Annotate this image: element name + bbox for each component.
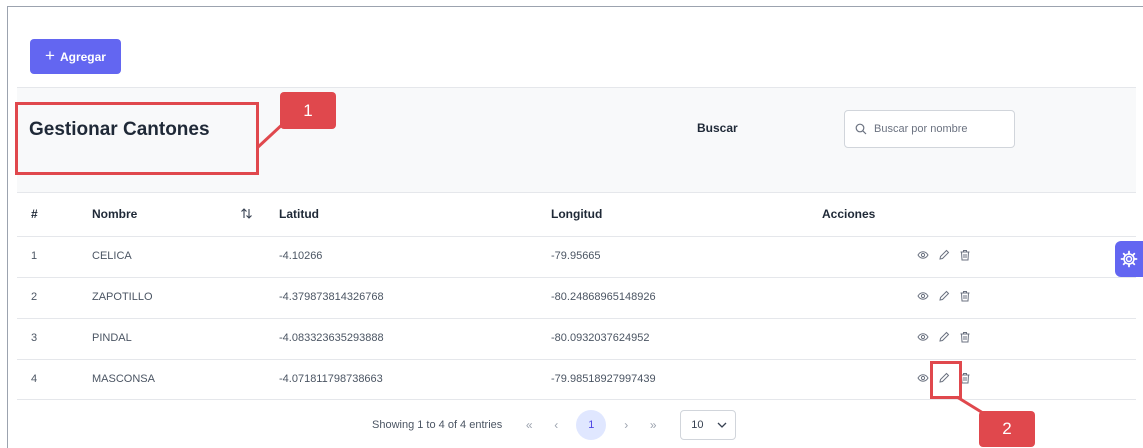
eye-icon[interactable] (917, 290, 929, 302)
pagination: Showing 1 to 4 of 4 entries « ‹ 1 › » 10 (372, 410, 737, 440)
next-page-button[interactable]: › (614, 418, 638, 432)
pencil-icon[interactable] (938, 331, 950, 343)
plus-icon: + (45, 46, 55, 65)
pencil-icon[interactable] (938, 290, 950, 302)
cell-latitud: -4.379873814326768 (279, 291, 384, 303)
cell-latitud: -4.083323635293888 (279, 332, 384, 344)
search-field[interactable] (844, 110, 1015, 148)
column-header-latitud: Latitud (279, 207, 319, 221)
trash-icon[interactable] (959, 331, 971, 343)
trash-icon[interactable] (959, 290, 971, 302)
cell-longitud: -79.98518927997439 (551, 373, 656, 385)
add-button-label: Agregar (59, 49, 106, 64)
eye-icon[interactable] (917, 372, 929, 384)
search-label: Buscar (697, 121, 738, 135)
search-icon (855, 123, 867, 135)
annotation-highlight-box (930, 361, 962, 399)
column-header-nombre[interactable]: Nombre (92, 207, 137, 221)
cell-nombre: MASCONSA (92, 373, 155, 385)
eye-icon[interactable] (917, 249, 929, 261)
row-actions (917, 290, 971, 302)
prev-page-button[interactable]: ‹ (544, 418, 568, 432)
cell-number: 1 (31, 250, 38, 262)
chevron-down-icon (717, 422, 727, 428)
rows-per-page-select[interactable]: 10 (680, 410, 737, 440)
cell-latitud: -4.10266 (279, 250, 323, 262)
cell-number: 2 (31, 291, 38, 303)
last-page-button[interactable]: » (644, 418, 662, 432)
table-row: 4 MASCONSA -4.071811798738663 -79.985189… (17, 359, 1136, 400)
first-page-button[interactable]: « (520, 418, 538, 432)
eye-icon[interactable] (917, 331, 929, 343)
table-row: 1 CELICA -4.10266 -79.95665 (17, 236, 1136, 277)
cell-number: 4 (31, 373, 38, 385)
pagination-summary: Showing 1 to 4 of 4 entries (372, 419, 503, 431)
cell-longitud: -80.0932037624952 (551, 332, 650, 344)
column-header-number: # (31, 207, 38, 221)
trash-icon[interactable] (959, 249, 971, 261)
search-input[interactable] (874, 123, 1004, 135)
cell-latitud: -4.071811798738663 (279, 373, 383, 385)
column-header-acciones: Acciones (822, 207, 876, 221)
current-page-button[interactable]: 1 (576, 410, 607, 440)
column-header-longitud: Longitud (551, 207, 603, 221)
row-actions (917, 331, 971, 343)
cell-longitud: -79.95665 (551, 250, 601, 262)
annotation-badge: 2 (979, 411, 1035, 447)
table-row: 2 ZAPOTILLO -4.379873814326768 -80.24868… (17, 277, 1136, 318)
cell-number: 3 (31, 332, 38, 344)
add-button[interactable]: + Agregar (30, 39, 121, 74)
cell-longitud: -80.24868965148926 (551, 291, 656, 303)
settings-button[interactable] (1115, 241, 1143, 277)
rows-per-page-value: 10 (691, 419, 704, 431)
table-row: 3 PINDAL -4.083323635293888 -80.09320376… (17, 318, 1136, 359)
annotation-highlight-box (15, 102, 259, 175)
cell-nombre: CELICA (92, 250, 132, 262)
row-actions (917, 249, 971, 261)
cell-nombre: ZAPOTILLO (92, 291, 153, 303)
annotation-badge: 1 (280, 92, 336, 129)
gear-icon (1120, 250, 1138, 268)
cell-nombre: PINDAL (92, 332, 132, 344)
sort-icon[interactable] (240, 207, 253, 220)
pencil-icon[interactable] (938, 249, 950, 261)
